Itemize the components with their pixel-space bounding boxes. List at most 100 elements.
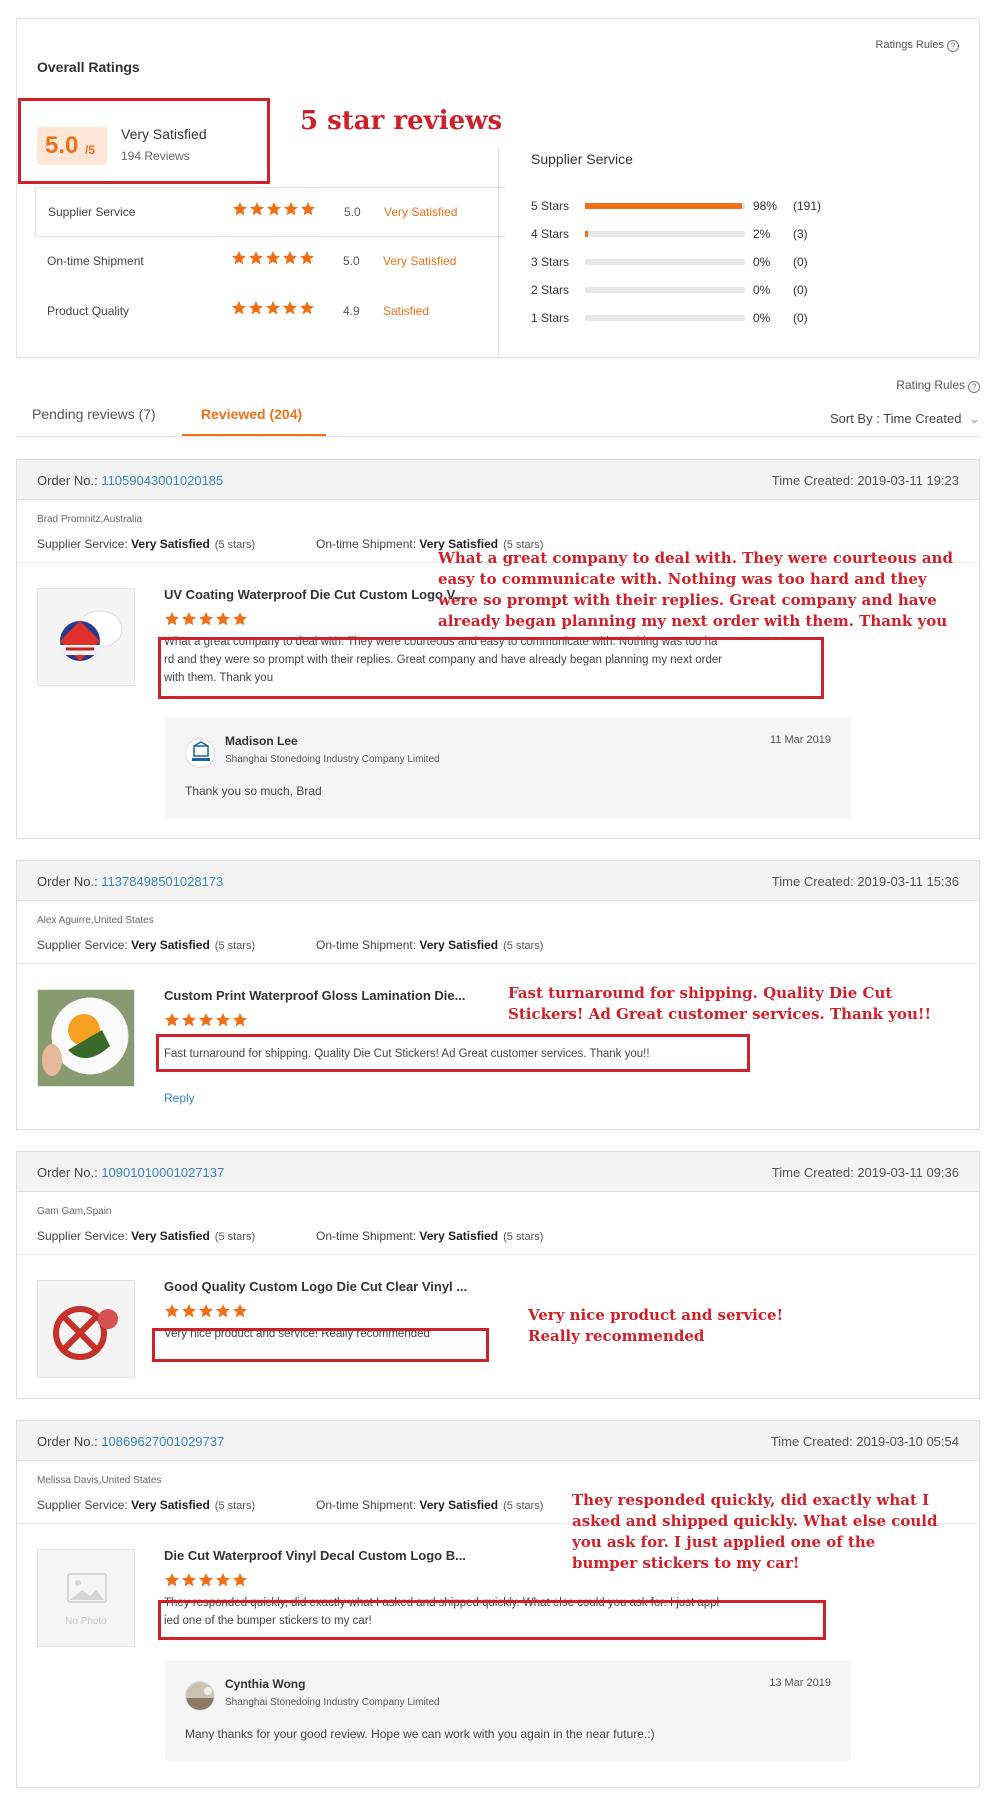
- distribution-row: 5 Stars 98% (191): [531, 197, 851, 217]
- distribution-label: 5 Stars: [531, 199, 570, 213]
- seller-reply: Madison Lee Shanghai Stonedoing Industry…: [165, 718, 851, 818]
- reply-message: Many thanks for your good review. Hope w…: [185, 1727, 655, 1741]
- sub-rating-ontime-shipment: On-time Shipment 5.0 Very Satisfied: [35, 237, 505, 287]
- star-icon: [283, 201, 299, 217]
- reply-message: Thank you so much, Brad: [185, 784, 322, 798]
- star-icon: [266, 201, 282, 217]
- star-icon: [231, 300, 247, 316]
- reply-link[interactable]: Reply: [164, 1091, 195, 1105]
- star-icon: [231, 250, 247, 266]
- stars-icon: [164, 610, 249, 627]
- product-thumbnail[interactable]: [37, 588, 135, 686]
- star-icon: [248, 250, 264, 266]
- no-photo-label: No Photo: [65, 1616, 107, 1627]
- star-icon: [299, 300, 315, 316]
- sub-rating-value: 5.0: [343, 254, 360, 268]
- buyer-name: Brad Promnitz,Australia: [37, 514, 143, 525]
- time-created: Time Created: 2019-03-11 09:36: [771, 1165, 959, 1180]
- product-thumbnail[interactable]: [37, 1280, 135, 1378]
- sub-rating-value: 5.0: [344, 205, 361, 219]
- distribution-count: (191): [793, 199, 822, 213]
- distribution-bar-track: [585, 315, 745, 321]
- rating-rules-link[interactable]: Rating Rules?: [896, 378, 980, 393]
- replier-name: Madison Lee: [225, 734, 298, 748]
- sort-by-dropdown[interactable]: Sort By : Time Created ⌄: [830, 411, 980, 427]
- sub-rating-value: 4.9: [343, 304, 360, 318]
- order-number-link[interactable]: 10869627001029737: [101, 1434, 224, 1449]
- distribution-percent: 0%: [753, 283, 771, 297]
- rating-rules-label: Rating Rules: [896, 378, 965, 392]
- order-number: Order No.: 11378498501028173: [37, 874, 224, 889]
- order-number: Order No.: 11059043001020185: [37, 473, 224, 488]
- active-tab-indicator: [182, 434, 326, 436]
- divider: [17, 1254, 979, 1255]
- star-icon: [215, 611, 231, 627]
- star-icon: [198, 611, 214, 627]
- distribution-row: 4 Stars 2% (3): [531, 225, 851, 245]
- annotation-box: [18, 98, 270, 184]
- buyer-name: Gam Gam,Spain: [37, 1206, 112, 1217]
- ontime-shipment-rating: On-time Shipment: Very Satisfied (5 stars…: [316, 1498, 544, 1512]
- distribution-bar-fill: [585, 203, 742, 209]
- tab-reviewed[interactable]: Reviewed (204): [201, 406, 302, 422]
- tab-pending-reviews[interactable]: Pending reviews (7): [32, 406, 156, 422]
- star-icon: [232, 1303, 248, 1319]
- ratings-rules-link[interactable]: Ratings Rules?: [876, 39, 959, 52]
- distribution-count: (0): [793, 283, 808, 297]
- star-icon: [248, 300, 264, 316]
- star-icon: [164, 611, 180, 627]
- star-icon: [181, 611, 197, 627]
- time-created: Time Created: 2019-03-10 05:54: [770, 1434, 959, 1449]
- sub-rating-level: Very Satisfied: [383, 254, 457, 268]
- avatar: [185, 1681, 215, 1711]
- star-icon: [215, 1303, 231, 1319]
- star-icon: [181, 1572, 197, 1588]
- sub-rating-label: Product Quality: [47, 304, 130, 318]
- sub-rating-supplier-service: Supplier Service 5.0 Very Satisfied: [35, 187, 505, 237]
- annotation-text: 5 star reviews: [300, 106, 503, 136]
- sub-rating-product-quality: Product Quality 4.9 Satisfied: [35, 287, 505, 337]
- reply-date: 13 Mar 2019: [769, 1677, 831, 1689]
- distribution-bar-track: [585, 287, 745, 293]
- distribution-bar-track: [585, 203, 745, 209]
- chevron-down-icon: ⌄: [969, 411, 980, 426]
- star-icon: [164, 1012, 180, 1028]
- annotation-box: [152, 1328, 489, 1362]
- reply-date: 11 Mar 2019: [770, 734, 831, 746]
- product-thumbnail[interactable]: No Photo: [37, 1549, 135, 1647]
- annotation-box: [158, 1600, 826, 1640]
- star-icon: [181, 1303, 197, 1319]
- order-number-link[interactable]: 11378498501028173: [101, 874, 223, 889]
- annotation-box: [156, 1034, 750, 1072]
- question-icon: ?: [947, 40, 959, 52]
- star-icon: [265, 250, 281, 266]
- star-icon: [215, 1012, 231, 1028]
- supplier-service-rating: Supplier Service: Very Satisfied (5 stars…: [37, 938, 256, 952]
- star-icon: [232, 611, 248, 627]
- sub-rating-level: Very Satisfied: [384, 205, 458, 219]
- supplier-service-rating: Supplier Service: Very Satisfied (5 stars…: [37, 537, 256, 551]
- order-number-link[interactable]: 11059043001020185: [101, 473, 223, 488]
- product-thumbnail[interactable]: [37, 989, 135, 1087]
- product-name[interactable]: Die Cut Waterproof Vinyl Decal Custom Lo…: [164, 1548, 500, 1563]
- star-icon: [164, 1572, 180, 1588]
- buyer-name: Melissa Davis,United States: [37, 1475, 162, 1486]
- ratings-rules-label: Ratings Rules: [875, 39, 944, 51]
- annotation-box: [158, 637, 824, 699]
- supplier-service-rating: Supplier Service: Very Satisfied (5 stars…: [37, 1229, 256, 1243]
- company-logo-icon: [185, 738, 215, 768]
- stars-icon: [164, 1571, 249, 1588]
- distribution-count: (3): [793, 227, 808, 241]
- product-name[interactable]: Good Quality Custom Logo Die Cut Clear V…: [164, 1279, 500, 1294]
- distribution-label: 2 Stars: [531, 283, 570, 297]
- distribution-count: (0): [793, 255, 808, 269]
- order-number-link[interactable]: 10901010001027137: [101, 1165, 224, 1180]
- distribution-row: 2 Stars 0% (0): [531, 281, 851, 301]
- star-icon: [198, 1572, 214, 1588]
- sub-ratings-table: Supplier Service 5.0 Very Satisfied On-t…: [35, 187, 505, 357]
- distribution-bar-fill: [585, 231, 589, 237]
- product-name[interactable]: Custom Print Waterproof Gloss Lamination…: [164, 988, 500, 1003]
- star-icon: [198, 1012, 214, 1028]
- stars-icon: [164, 1011, 249, 1028]
- sub-rating-label: On-time Shipment: [47, 254, 144, 268]
